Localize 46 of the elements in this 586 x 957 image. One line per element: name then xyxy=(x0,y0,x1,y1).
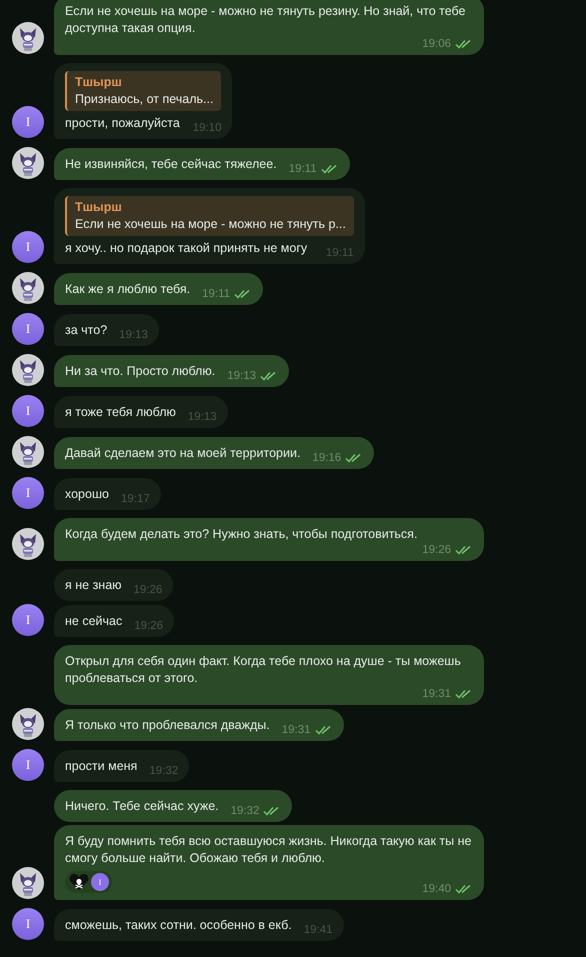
message-text: Давай сделаем это на моей территории. xyxy=(65,445,300,462)
message-text: Ничего. Тебе сейчас хуже. xyxy=(65,798,219,815)
message-time: 19:31 xyxy=(422,686,451,702)
user-avatar[interactable]: I xyxy=(12,749,44,781)
message-time: 19:13 xyxy=(227,368,256,384)
message-time: 19:16 xyxy=(312,450,342,466)
user-avatar[interactable]: I xyxy=(12,231,44,263)
user-avatar[interactable]: I xyxy=(12,477,44,509)
user-avatar[interactable]: I xyxy=(12,106,44,138)
message-time: 19:11 xyxy=(288,162,317,176)
message-text: прости меня xyxy=(65,758,138,775)
user-avatar[interactable]: I xyxy=(12,908,44,940)
message-text: сможешь, таких сотни. особенно в екб. xyxy=(65,917,292,934)
message-text: за что? xyxy=(65,322,108,339)
reaction-chip[interactable]: I xyxy=(65,871,112,893)
reply-quote[interactable]: Тшырш Если не хочешь на море - можно не тянуть р... xyxy=(65,196,354,236)
message-text: я хочу.. но подарок такой принять не могу xyxy=(65,240,308,257)
message-time: 19:40 xyxy=(422,882,451,896)
message-text: Я буду помнить тебя всю оставшуюся жизнь. Никогда такую как ты не смогу больше найти. Обожаю тебя и люблю. xyxy=(65,833,472,867)
message-text: Как же я люблю тебя. xyxy=(65,281,190,298)
reply-text: Если не хочешь на море - можно не тянуть р... xyxy=(75,216,346,233)
message-text: Я только что проблевался дважды. xyxy=(65,717,270,734)
message-time: 19:31 xyxy=(282,722,311,738)
message-time: 19:26 xyxy=(422,542,451,558)
reply-quote[interactable]: Тшырш Признаюсь, от печаль... xyxy=(65,71,222,111)
user-avatar[interactable]: I xyxy=(12,395,44,427)
user-avatar[interactable]: I xyxy=(12,313,44,345)
skull-heart-icon xyxy=(69,873,89,891)
message-text: Когда будем делать это? Нужно знать, чтобы подготовиться. xyxy=(65,526,418,543)
reply-author: Тшырш xyxy=(75,199,123,216)
message-text: я не знаю xyxy=(65,577,122,594)
message-text: прости, пожалуйста xyxy=(65,115,180,132)
message-text: я тоже тебя люблю xyxy=(65,404,176,421)
message-time: 19:32 xyxy=(230,804,260,818)
reply-author: Тшырш xyxy=(75,74,123,91)
message-text: Не извиняйся, тебе сейчас тяжелее. xyxy=(65,156,277,173)
reactor-avatar: I xyxy=(91,873,109,891)
user-avatar[interactable]: I xyxy=(12,604,44,636)
reply-text: Признаюсь, от печаль... xyxy=(75,91,214,108)
message-time: 19:11 xyxy=(202,286,230,302)
message-text: хорошо xyxy=(65,486,109,503)
message-text: Если не хочешь на море - можно не тянуть резину. Но знай, что тебе доступна такая опция. xyxy=(65,3,467,37)
message-text: Ни за что. Просто люблю. xyxy=(65,363,216,380)
message-text: Открыл для себя один факт. Когда тебе плохо на душе - ты можешь проблеваться от этого. xyxy=(65,653,462,687)
message-text: не сейчас xyxy=(65,613,122,630)
message-time: 19:06 xyxy=(422,36,451,52)
